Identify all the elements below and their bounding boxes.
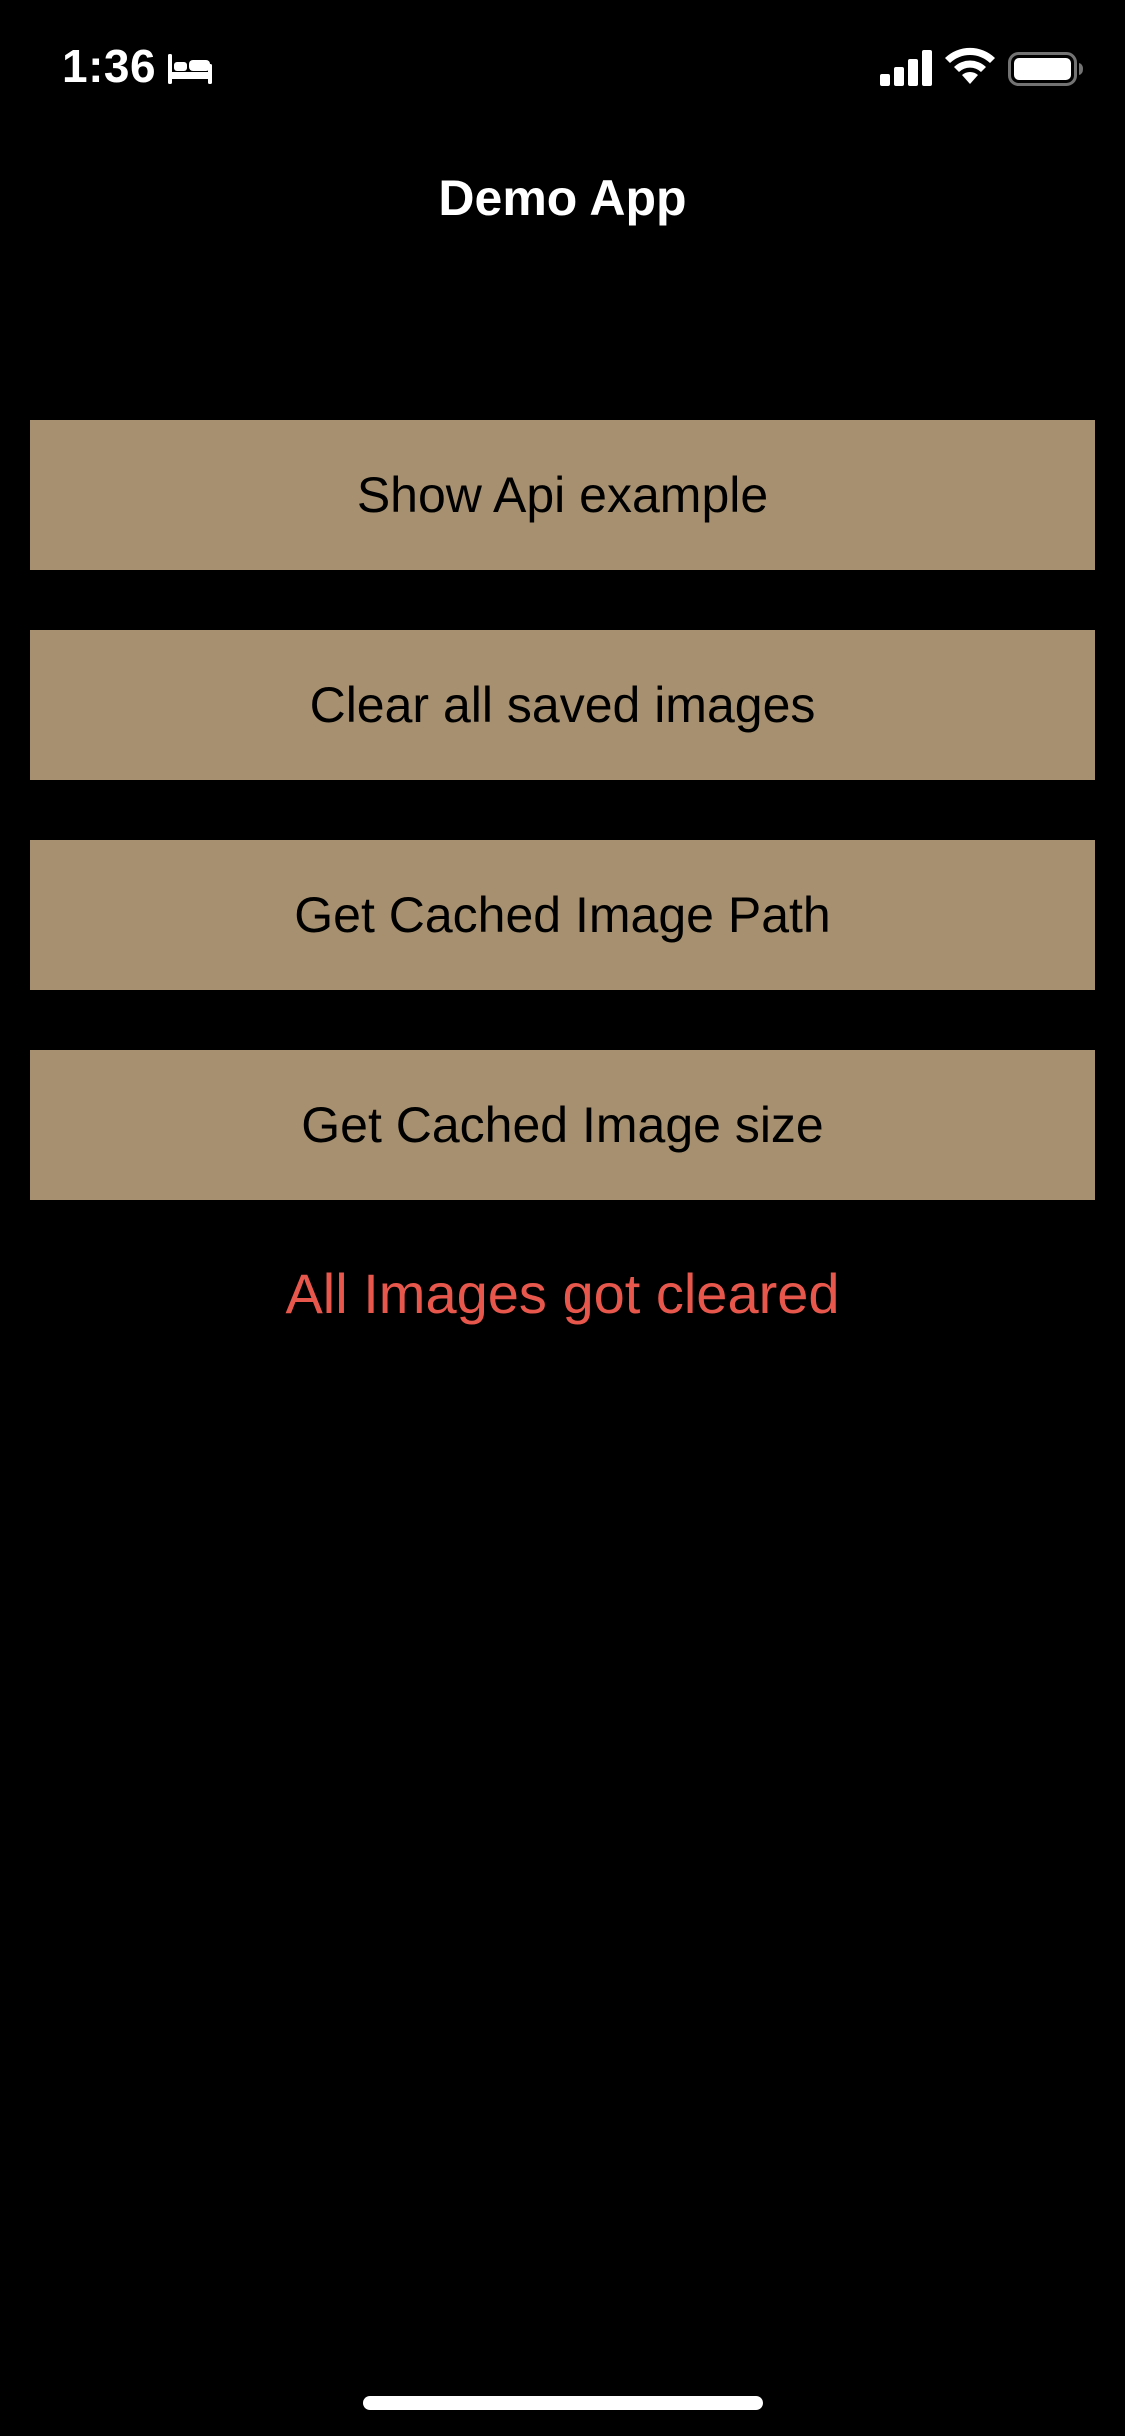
clear-all-saved-images-button[interactable]: Clear all saved images <box>30 630 1095 780</box>
bed-icon <box>168 54 212 84</box>
status-message: All Images got cleared <box>285 1262 840 1325</box>
status-time: 1:36 <box>62 40 157 92</box>
status-bar: 1:36 <box>0 0 1125 135</box>
show-api-example-button[interactable]: Show Api example <box>30 420 1095 570</box>
battery-icon <box>1008 52 1083 86</box>
get-cached-image-size-button[interactable]: Get Cached Image size <box>30 1050 1095 1200</box>
nav-title: Demo App <box>438 170 687 226</box>
get-cached-image-path-button[interactable]: Get Cached Image Path <box>30 840 1095 990</box>
cellular-signal-icon <box>880 50 932 86</box>
wifi-icon <box>945 47 995 84</box>
home-indicator[interactable] <box>363 2396 763 2410</box>
